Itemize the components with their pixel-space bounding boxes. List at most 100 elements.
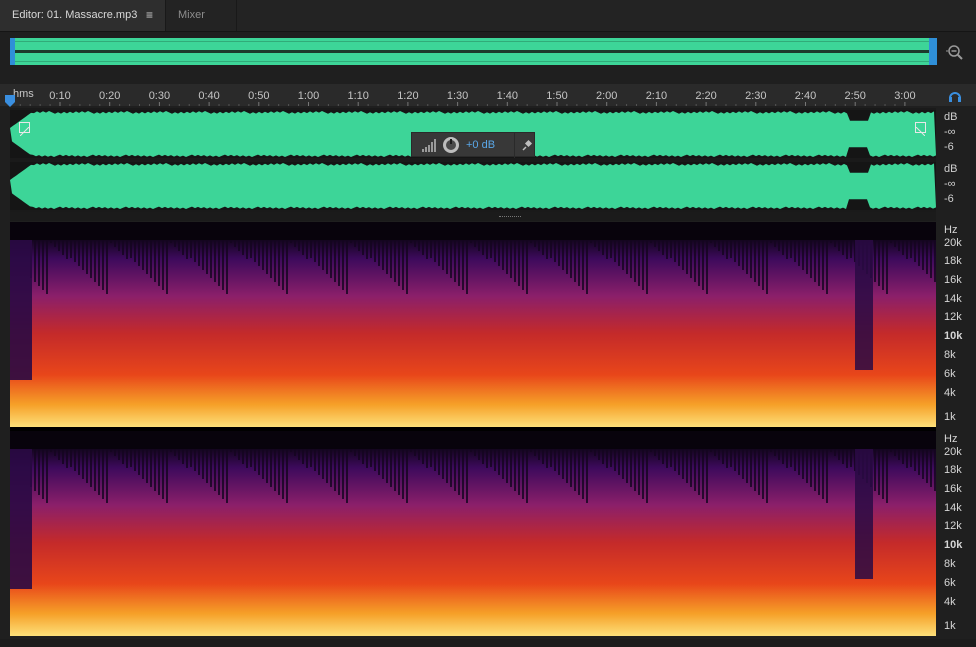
- spectrogram-streak: [642, 449, 644, 499]
- spectrogram-streak: [62, 240, 64, 255]
- spectrogram-streak: [678, 449, 680, 475]
- freq-label: 1k: [944, 620, 956, 632]
- spectrogram-streak: [466, 449, 468, 503]
- spectrogram-streak: [166, 240, 168, 294]
- spectrogram-streak: [538, 240, 540, 251]
- spectrogram-streak: [490, 240, 492, 258]
- spectrogram-streak: [118, 449, 120, 460]
- spectrogram-streak: [790, 240, 792, 258]
- spectrogram-streak: [202, 240, 204, 270]
- freq-label: 8k: [944, 349, 956, 361]
- spectrogram-streak: [718, 240, 720, 251]
- spectrogram-streak: [562, 240, 564, 270]
- spectrogram-streak: [422, 449, 424, 464]
- spectrogram-streak: [646, 449, 648, 503]
- overview-navigator[interactable]: [10, 38, 937, 65]
- spectrogram-streak: [426, 240, 428, 259]
- spectrogram-streak: [846, 240, 848, 259]
- waveform-display[interactable]: [10, 108, 936, 212]
- spectrogram-streak: [918, 449, 920, 475]
- spectrogram-streak: [162, 449, 164, 499]
- spectrogram-streak: [550, 240, 552, 258]
- playhead-marker[interactable]: [5, 94, 15, 107]
- spectrogram-streak: [82, 449, 84, 479]
- spectrogram-streak: [222, 449, 224, 499]
- spectrogram-streak: [718, 449, 720, 460]
- spectrogram-streak: [178, 240, 180, 251]
- volume-knob-icon[interactable]: [442, 136, 460, 154]
- spectrogram-streak: [154, 449, 156, 491]
- spectrogram-streak: [682, 240, 684, 270]
- spectrogram-streak: [90, 240, 92, 278]
- zoom-out-magnifier-icon[interactable]: [946, 42, 964, 62]
- headphones-icon[interactable]: [947, 88, 963, 104]
- spectrogram-streak: [58, 240, 60, 251]
- spectrogram-streak: [218, 240, 220, 286]
- spectrogram-streak: [790, 449, 792, 467]
- waveform-path: [10, 163, 936, 209]
- ruler-tick-label: 1:30: [447, 90, 468, 102]
- spectrogram-streak: [558, 449, 560, 475]
- spectrogram-streak: [70, 449, 72, 467]
- spectrogram-streak: [926, 449, 928, 483]
- view-splitter[interactable]: [10, 212, 936, 221]
- spectrogram-streak: [170, 449, 172, 452]
- spectrogram-streak: [602, 240, 604, 255]
- spectrogram-streak: [98, 449, 100, 495]
- spectrogram-streak: [782, 449, 784, 464]
- spectrogram-streak: [346, 449, 348, 503]
- tab-editor[interactable]: Editor: 01. Massacre.mp3 ≡: [0, 0, 165, 31]
- spectrogram-streak: [694, 449, 696, 491]
- spectrogram-streak: [54, 449, 56, 456]
- spectrogram-streak: [810, 449, 812, 487]
- spectrogram-streak: [574, 240, 576, 282]
- spectrogram-streak: [622, 449, 624, 479]
- spectral-display-channel-1[interactable]: [10, 222, 936, 427]
- spectrogram-streak: [126, 449, 128, 468]
- spectrogram-streak: [130, 449, 132, 467]
- freq-label: 4k: [944, 387, 956, 399]
- spectrogram-streak: [846, 449, 848, 468]
- spectrogram-streak: [534, 449, 536, 456]
- spectrogram-streak: [470, 240, 472, 243]
- spectrogram-streak: [602, 449, 604, 464]
- gain-value[interactable]: +0 dB: [466, 139, 495, 151]
- spectrogram-streak: [402, 240, 404, 290]
- splitter-grip[interactable]: [499, 216, 521, 218]
- spectrogram-streak: [474, 449, 476, 456]
- ruler-tick-label: 3:00: [894, 90, 915, 102]
- fade-in-handle[interactable]: [19, 122, 30, 137]
- freq-unit-label: Hz: [944, 224, 958, 236]
- spectrogram-streak: [814, 240, 816, 282]
- spectrogram-streak: [830, 449, 832, 452]
- spectrogram-streak: [798, 449, 800, 475]
- spectrogram-streak: [542, 240, 544, 255]
- spectrogram-streak: [702, 240, 704, 290]
- spectrogram-streak: [638, 240, 640, 286]
- spectrogram-streak: [486, 449, 488, 468]
- spectrogram-streak: [174, 240, 176, 247]
- spectrogram-streak: [726, 240, 728, 259]
- spectrogram-streak: [590, 240, 592, 243]
- spectrogram-streak: [886, 240, 888, 294]
- spectral-display-channel-2[interactable]: [10, 431, 936, 636]
- spectrogram-streak: [786, 240, 788, 259]
- spectrogram-streak: [226, 449, 228, 503]
- spectrogram-streak: [190, 449, 192, 467]
- spectrogram-streak: [146, 449, 148, 483]
- spectrogram-streak: [658, 449, 660, 460]
- tab-mixer[interactable]: Mixer: [165, 0, 237, 31]
- fade-out-handle[interactable]: [915, 122, 926, 137]
- spectrogram-streak: [534, 240, 536, 247]
- spectrogram-streak: [202, 449, 204, 479]
- panel-menu-icon[interactable]: ≡: [146, 0, 153, 31]
- freq-label: 6k: [944, 368, 956, 380]
- spectrogram-streak: [266, 449, 268, 483]
- time-ruler[interactable]: hms 0:10 0:20 0:30 0:40 0:50 1:00 1:10 1:20 1:30…: [0, 84, 976, 106]
- spectrogram-streak: [194, 240, 196, 262]
- spectrogram-streak: [614, 449, 616, 471]
- spectrogram-streak: [530, 240, 532, 243]
- spectrogram-streak: [242, 240, 244, 255]
- spectrogram-streak: [842, 449, 844, 464]
- pin-icon[interactable]: [514, 133, 537, 158]
